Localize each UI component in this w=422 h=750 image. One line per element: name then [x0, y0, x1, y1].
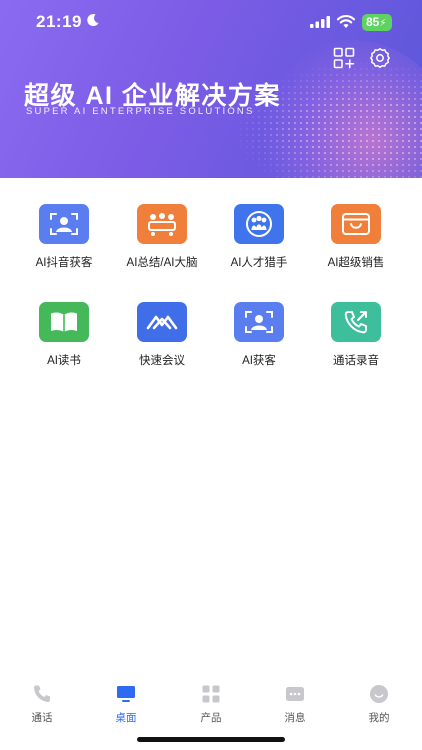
- scan-add-icon[interactable]: [333, 47, 355, 69]
- charging-bolt-icon: ⚡: [379, 18, 387, 29]
- app-ai-talent[interactable]: AI人才猎手: [209, 204, 309, 270]
- app-label: AI人才猎手: [230, 257, 288, 269]
- app-ai-sales[interactable]: AI超级销售: [306, 204, 406, 270]
- face-scan-icon: [234, 302, 284, 342]
- phone-call-icon: [331, 302, 381, 342]
- tab-label: 产品: [200, 712, 222, 724]
- wifi-icon: [336, 15, 356, 28]
- tab-profile[interactable]: 我的: [349, 684, 409, 725]
- tab-label: 我的: [368, 712, 390, 724]
- signal-icon: [310, 16, 330, 28]
- app-call-recording[interactable]: 通话录音: [306, 302, 406, 368]
- tab-desktop[interactable]: 桌面: [96, 684, 156, 725]
- talent-search-icon: [234, 204, 284, 244]
- meeting-table-icon: [137, 204, 187, 244]
- app-label: AI超级销售: [327, 257, 385, 269]
- battery-level: 85: [366, 15, 380, 29]
- tab-label: 通话: [31, 712, 53, 724]
- status-bar: 21:19 85⚡: [0, 0, 422, 44]
- app-ai-customer[interactable]: AI获客: [209, 302, 309, 368]
- moon-icon: [87, 14, 99, 27]
- tab-calls[interactable]: 通话: [12, 684, 72, 725]
- message-icon: [286, 687, 304, 701]
- tab-label: 桌面: [115, 712, 137, 724]
- app-label: AI获客: [242, 355, 276, 367]
- status-time: 21:19: [36, 12, 82, 31]
- app-quick-meeting[interactable]: 快速会议: [112, 302, 212, 368]
- grid-apps-icon: [202, 685, 220, 703]
- tab-products[interactable]: 产品: [181, 684, 241, 725]
- meeting-mountain-icon: [137, 302, 187, 342]
- tab-label: 消息: [284, 712, 306, 724]
- app-label: 快速会议: [139, 355, 185, 367]
- face-scan-icon: [39, 204, 89, 244]
- app-ai-douyin[interactable]: AI抖音获客: [14, 204, 114, 270]
- open-book-icon: [39, 302, 89, 342]
- phone-icon: [33, 685, 50, 703]
- tab-messages[interactable]: 消息: [265, 684, 325, 725]
- app-label: AI抖音获客: [35, 257, 93, 269]
- app-ai-reading[interactable]: AI读书: [14, 302, 114, 368]
- smile-window-icon: [331, 204, 381, 244]
- settings-icon[interactable]: [369, 47, 391, 69]
- app-label: 通话录音: [333, 355, 379, 367]
- app-label: AI总结/AI大脑: [126, 257, 198, 269]
- profile-smile-icon: [370, 685, 388, 703]
- page-subtitle: SUPER AI ENTERPRISE SOLUTIONS: [26, 106, 255, 117]
- battery-charging-icon: 85⚡: [362, 14, 392, 31]
- desktop-icon: [117, 686, 135, 702]
- app-ai-summary[interactable]: AI总结/AI大脑: [112, 204, 212, 270]
- app-label: AI读书: [47, 355, 81, 367]
- home-indicator[interactable]: [137, 737, 285, 742]
